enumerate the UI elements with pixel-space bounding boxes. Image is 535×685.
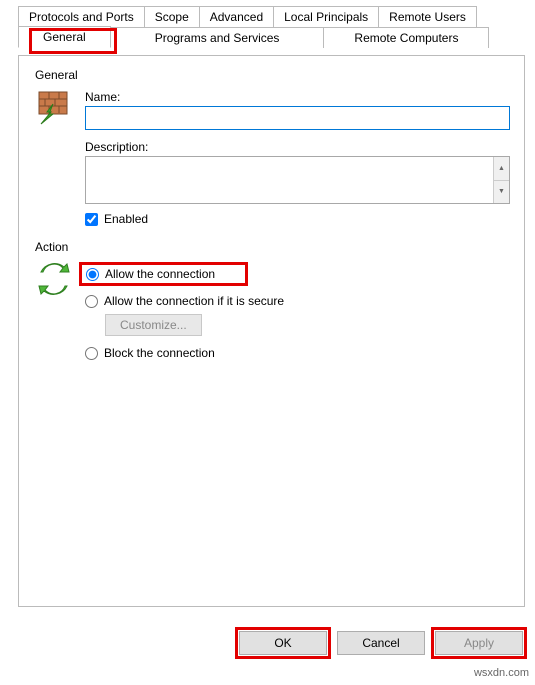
allow-label: Allow the connection xyxy=(105,267,215,281)
tab-remote-computers[interactable]: Remote Computers xyxy=(323,27,489,48)
tab-advanced[interactable]: Advanced xyxy=(199,6,274,27)
tab-local-principals[interactable]: Local Principals xyxy=(273,6,379,27)
block-label: Block the connection xyxy=(104,346,215,360)
name-label: Name: xyxy=(85,90,510,104)
tab-general[interactable]: General xyxy=(18,26,111,48)
allow-radio[interactable] xyxy=(86,268,99,281)
dialog-button-row: OK Cancel Apply xyxy=(239,631,523,655)
allow-secure-radio[interactable] xyxy=(85,295,98,308)
customize-button: Customize... xyxy=(105,314,202,336)
firewall-icon xyxy=(37,90,71,226)
description-label: Description: xyxy=(85,140,510,154)
tab-row-lower: General Programs and Services Remote Com… xyxy=(0,26,535,48)
action-group-title: Action xyxy=(33,240,510,254)
description-scroll: ▲ ▼ xyxy=(493,157,509,203)
enabled-checkbox[interactable] xyxy=(85,213,98,226)
allow-secure-row[interactable]: Allow the connection if it is secure xyxy=(85,294,510,308)
allow-icon xyxy=(37,262,71,370)
allow-secure-label: Allow the connection if it is secure xyxy=(104,294,284,308)
enabled-checkbox-row[interactable]: Enabled xyxy=(85,212,510,226)
tab-row-upper: Protocols and Ports Scope Advanced Local… xyxy=(0,0,535,27)
general-group-title: General xyxy=(33,68,510,82)
cancel-button[interactable]: Cancel xyxy=(337,631,425,655)
scroll-up-icon[interactable]: ▲ xyxy=(493,157,509,181)
description-input[interactable] xyxy=(86,157,493,203)
ok-button[interactable]: OK xyxy=(239,631,327,655)
tab-content: General xyxy=(18,55,525,607)
scroll-down-icon[interactable]: ▼ xyxy=(493,181,509,204)
apply-button: Apply xyxy=(435,631,523,655)
block-radio[interactable] xyxy=(85,347,98,360)
description-field-wrap: ▲ ▼ xyxy=(85,156,510,204)
tab-programs-and-services[interactable]: Programs and Services xyxy=(110,27,325,48)
firewall-rule-properties-dialog: Protocols and Ports Scope Advanced Local… xyxy=(0,0,535,685)
tab-remote-users[interactable]: Remote Users xyxy=(378,6,477,27)
block-row[interactable]: Block the connection xyxy=(85,346,510,360)
name-input[interactable] xyxy=(85,106,510,130)
tab-protocols-and-ports[interactable]: Protocols and Ports xyxy=(18,6,145,27)
general-group: General xyxy=(33,68,510,226)
watermark-text: wsxdn.com xyxy=(474,667,529,679)
tab-scope[interactable]: Scope xyxy=(144,6,200,27)
action-group: Action Allow the connection xyxy=(33,240,510,370)
enabled-label: Enabled xyxy=(104,212,148,226)
